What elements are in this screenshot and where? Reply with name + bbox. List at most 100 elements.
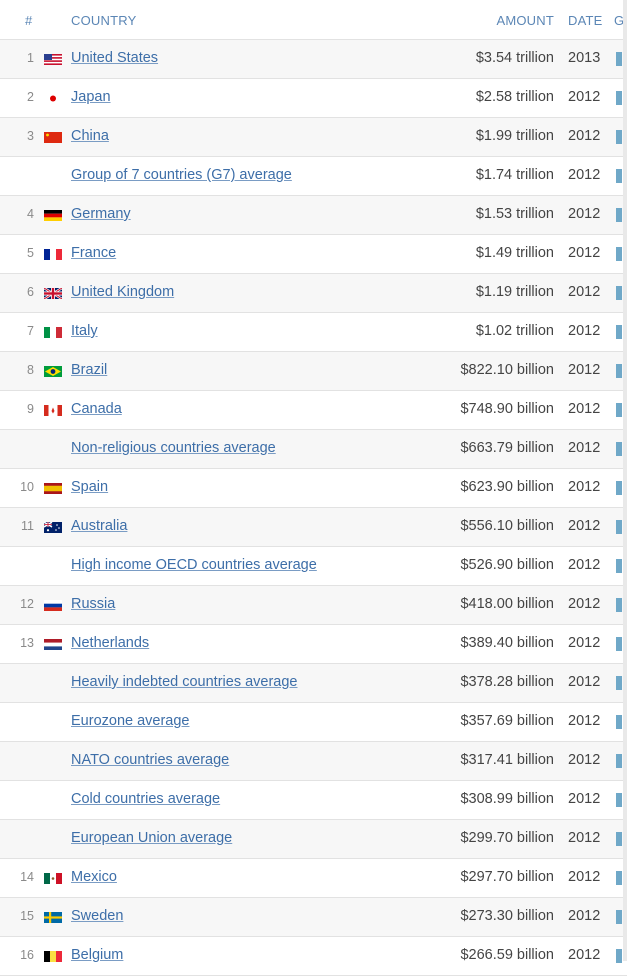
mexico-flag-icon	[44, 873, 62, 884]
table-row: 11 Australia $556.10 billion 2012	[0, 508, 627, 547]
row-amount: $389.40 billion	[460, 635, 554, 651]
row-date: 2012	[568, 869, 601, 885]
table-row: NATO countries average $317.41 billion 201…	[0, 742, 627, 781]
row-amount: $2.58 trillion	[475, 89, 554, 105]
country-link[interactable]: Non-religious countries average	[71, 440, 276, 456]
table-row: Group of 7 countries (G7) average $1.74 t…	[0, 157, 627, 196]
country-link[interactable]: Netherlands	[71, 635, 149, 651]
ranking-table: # COUNTRY AMOUNT DATE G 1 United States $3…	[0, 0, 627, 976]
canada-flag-icon	[44, 405, 62, 416]
row-amount: $1.49 trillion	[475, 245, 554, 261]
row-amount: $1.02 trillion	[475, 323, 554, 339]
country-link[interactable]: Spain	[71, 479, 108, 495]
row-rank: 7	[27, 324, 34, 338]
row-graph-bar	[616, 559, 622, 573]
country-link[interactable]: Brazil	[71, 362, 107, 378]
country-link[interactable]: France	[71, 245, 116, 261]
row-graph-bar	[616, 442, 622, 456]
row-rank: 11	[21, 519, 34, 533]
table-row: Non-religious countries average $663.79 b…	[0, 430, 627, 469]
country-link[interactable]: Italy	[71, 323, 98, 339]
row-graph-bar	[616, 403, 622, 417]
row-date: 2012	[568, 128, 601, 144]
china-flag-icon	[44, 132, 62, 143]
table-row: 6 United Kingdom $1.19 trillion 2012	[0, 274, 627, 313]
brazil-flag-icon	[44, 366, 62, 377]
country-link[interactable]: United Kingdom	[71, 284, 174, 300]
row-rank: 15	[20, 909, 34, 923]
row-amount: $1.19 trillion	[475, 284, 554, 300]
country-link[interactable]: High income OECD countries average	[71, 557, 317, 573]
row-amount: $273.30 billion	[460, 908, 554, 924]
row-date: 2012	[568, 89, 601, 105]
country-link[interactable]: Russia	[71, 596, 115, 612]
country-link[interactable]: Eurozone average	[71, 713, 190, 729]
row-graph-bar	[616, 520, 622, 534]
row-rank: 13	[20, 636, 34, 650]
header-amount[interactable]: AMOUNT	[496, 13, 554, 28]
row-date: 2012	[568, 635, 601, 651]
country-link[interactable]: Australia	[71, 518, 127, 534]
row-rank: 2	[27, 90, 34, 104]
row-date: 2012	[568, 752, 601, 768]
row-graph-bar	[616, 247, 622, 261]
table-row: 7 Italy $1.02 trillion 2012	[0, 313, 627, 352]
row-date: 2012	[568, 362, 601, 378]
row-amount: $308.99 billion	[460, 791, 554, 807]
country-link[interactable]: NATO countries average	[71, 752, 229, 768]
row-graph-bar	[616, 676, 622, 690]
country-link[interactable]: Sweden	[71, 908, 123, 924]
row-date: 2012	[568, 713, 601, 729]
row-date: 2012	[568, 596, 601, 612]
header-country[interactable]: COUNTRY	[71, 13, 136, 28]
row-date: 2012	[568, 284, 601, 300]
table-row: Heavily indebted countries average $378.2…	[0, 664, 627, 703]
table-row: 8 Brazil $822.10 billion 2012	[0, 352, 627, 391]
table-row: 4 Germany $1.53 trillion 2012	[0, 196, 627, 235]
row-amount: $299.70 billion	[460, 830, 554, 846]
country-link[interactable]: Heavily indebted countries average	[71, 674, 298, 690]
row-graph-bar	[616, 325, 622, 339]
row-rank: 16	[20, 948, 34, 962]
row-graph-bar	[616, 793, 622, 807]
spain-flag-icon	[44, 483, 62, 494]
row-rank: 8	[27, 363, 34, 377]
country-link[interactable]: Japan	[71, 89, 111, 105]
country-link[interactable]: China	[71, 128, 109, 144]
row-rank: 12	[20, 597, 34, 611]
table-row: 10 Spain $623.90 billion 2012	[0, 469, 627, 508]
header-date[interactable]: DATE	[568, 13, 603, 28]
sweden-flag-icon	[44, 912, 62, 923]
row-amount: $297.70 billion	[460, 869, 554, 885]
country-link[interactable]: Cold countries average	[71, 791, 220, 807]
row-graph-bar	[616, 871, 622, 885]
row-date: 2012	[568, 830, 601, 846]
country-link[interactable]: European Union average	[71, 830, 232, 846]
row-date: 2012	[568, 206, 601, 222]
row-rank: 4	[27, 207, 34, 221]
table-row: 5 France $1.49 trillion 2012	[0, 235, 627, 274]
header-rank[interactable]: #	[25, 13, 32, 28]
table-row: 12 Russia $418.00 billion 2012	[0, 586, 627, 625]
row-amount: $822.10 billion	[460, 362, 554, 378]
us-flag-icon	[44, 54, 62, 65]
country-link[interactable]: Mexico	[71, 869, 117, 885]
table-row: Cold countries average $308.99 billion 201…	[0, 781, 627, 820]
uk-flag-icon	[44, 288, 62, 299]
row-date: 2012	[568, 518, 601, 534]
row-date: 2012	[568, 674, 601, 690]
row-rank: 5	[27, 246, 34, 260]
row-graph-bar	[616, 715, 622, 729]
italy-flag-icon	[44, 327, 62, 338]
table-row: 16 Belgium $266.59 billion 2012	[0, 937, 627, 976]
row-amount: $317.41 billion	[460, 752, 554, 768]
russia-flag-icon	[44, 600, 62, 611]
country-link[interactable]: Germany	[71, 206, 131, 222]
country-link[interactable]: Canada	[71, 401, 122, 417]
row-graph-bar	[616, 169, 622, 183]
country-link[interactable]: Group of 7 countries (G7) average	[71, 167, 292, 183]
table-row: 15 Sweden $273.30 billion 2012	[0, 898, 627, 937]
row-graph-bar	[616, 754, 622, 768]
country-link[interactable]: United States	[71, 50, 158, 66]
germany-flag-icon	[44, 210, 62, 221]
